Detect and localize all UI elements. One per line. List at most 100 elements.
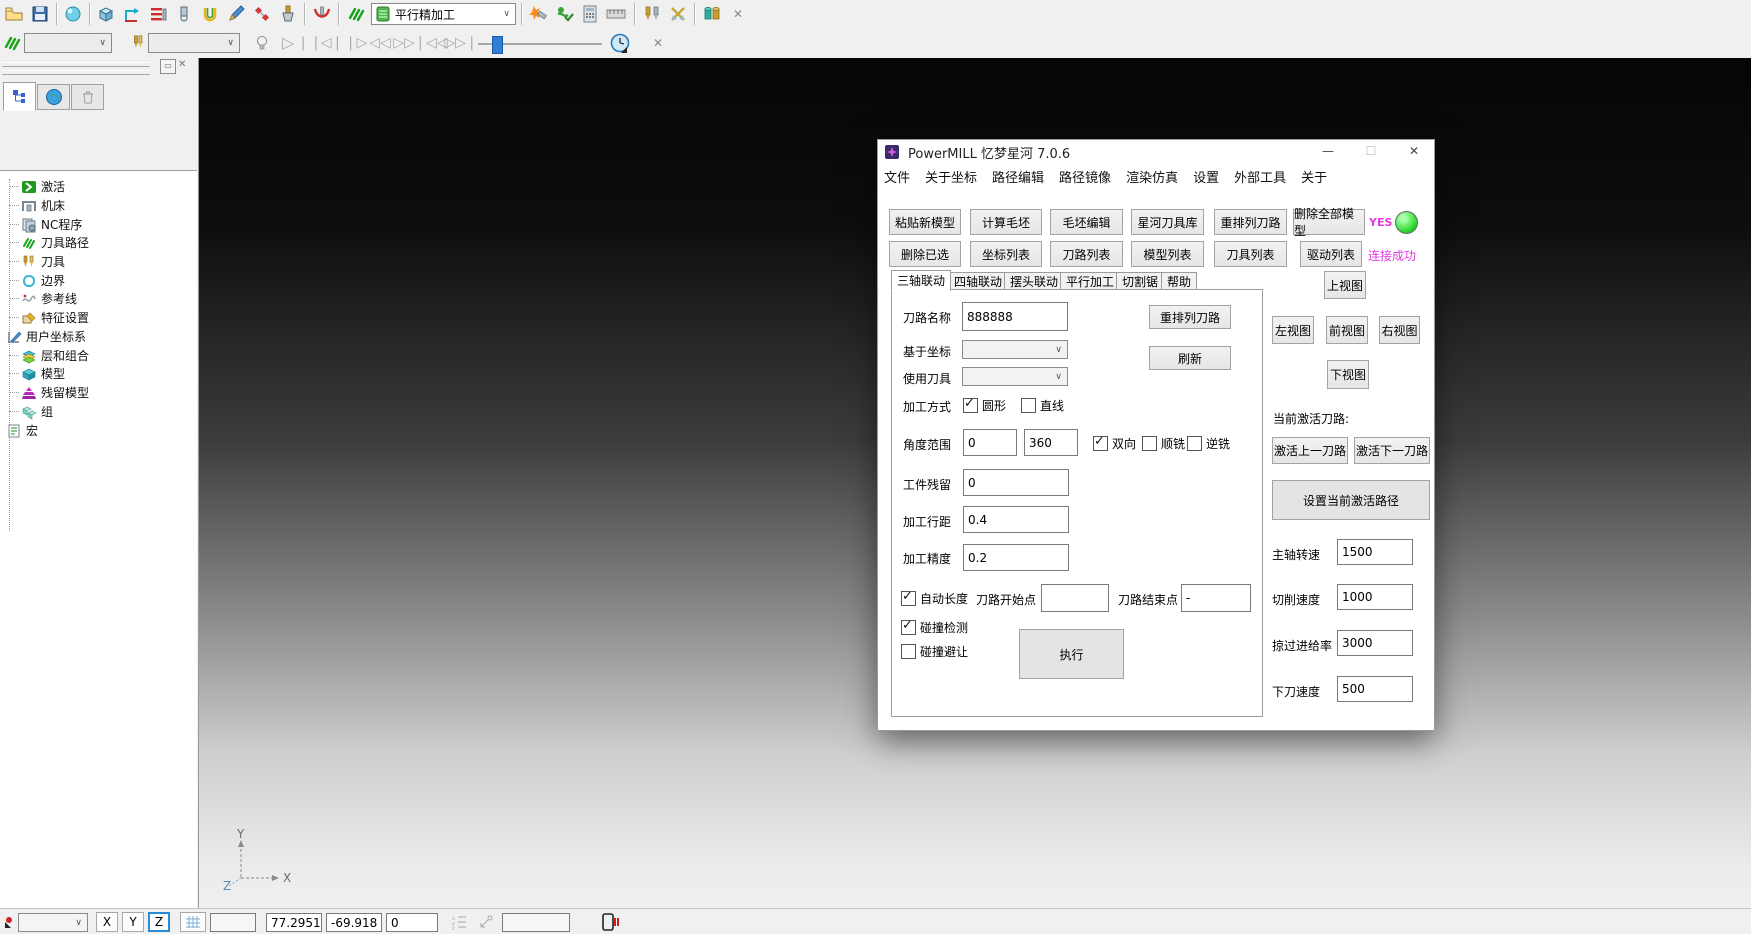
view-top-button[interactable]: 上视图 [1324,271,1366,299]
block-edit-button[interactable]: 毛坯编辑 [1050,209,1123,235]
point-marker-icon[interactable] [3,915,17,929]
step-back-icon[interactable]: ◁❘ [320,31,344,55]
angle-from-input[interactable] [963,429,1017,456]
strategy-dropdown[interactable]: 平行精加工 ∨ [371,3,516,25]
toolpath-icon[interactable] [344,2,368,26]
axis-y-button[interactable]: Y [122,912,144,932]
tool-holder-icon[interactable] [276,2,300,26]
tool-list-button[interactable]: 刀具列表 [1214,241,1287,267]
tree-item-feature-sets[interactable]: 特征设置 [0,308,89,327]
menu-settings[interactable]: 设置 [1193,167,1219,186]
tab-swivel-head[interactable]: 摆头联动 [1004,272,1064,290]
tab-explorer[interactable] [3,82,36,111]
xyz-list-icon[interactable]: xyz [452,914,468,930]
axis-x-button[interactable]: X [96,912,118,932]
pause-icon[interactable]: ❘❘ [298,31,322,55]
close-toolbar-icon[interactable]: ✕ [726,2,750,26]
menu-file[interactable]: 文件 [884,167,910,186]
circular-checkbox[interactable]: 圆形 [963,397,1006,414]
toolpath-name-input[interactable] [962,302,1068,331]
paste-model-button[interactable]: 粘贴新模型 [889,209,961,235]
stock-remain-input[interactable] [963,469,1069,496]
close-panel-icon[interactable]: ✕ [178,59,186,70]
climb-mill-checkbox[interactable]: 顺铣 [1142,435,1185,452]
status-extra-field[interactable] [502,913,570,932]
tool-icon[interactable] [172,2,196,26]
tree-item-patterns[interactable]: 参考线 [0,289,77,308]
transform-icon[interactable] [666,2,690,26]
tree-item-models[interactable]: 模型 [0,364,65,383]
cursor-z-field[interactable]: 0 [386,913,438,932]
menu-render-sim[interactable]: 渲染仿真 [1126,167,1178,186]
rearrange-button[interactable]: 重排列刀路 [1149,305,1231,329]
tool-select-dropdown[interactable]: ∨ [148,33,240,53]
tree-item-machine[interactable]: 机床 [0,196,65,215]
tool-library-button[interactable]: 星河刀具库 [1131,209,1204,235]
tree-item-tools[interactable]: 刀具 [0,252,65,271]
stepover-input[interactable] [963,506,1069,533]
base-coord-dropdown[interactable]: ∨ [962,340,1068,359]
block-icon[interactable] [94,2,118,26]
point-mode-dropdown[interactable]: ∨ [18,913,88,932]
points-icon[interactable] [250,2,274,26]
panel-grip[interactable] [2,62,150,67]
go-end-icon[interactable]: ▷▷❘ [446,31,476,55]
view-bottom-button[interactable]: 下视图 [1327,360,1369,389]
menu-external-tools[interactable]: 外部工具 [1234,167,1286,186]
maximize-icon[interactable]: ☐ [1354,140,1388,162]
tool-pair-icon[interactable] [640,2,664,26]
tree-item-stock-models[interactable]: 残留模型 [0,383,89,402]
toolpath-select-dropdown[interactable]: ∨ [24,33,112,53]
end-point-input[interactable] [1181,584,1251,612]
tree-item-levels[interactable]: 层和组合 [0,346,89,365]
auto-length-checkbox[interactable]: 自动长度 [901,590,968,607]
tree-item-groups[interactable]: 组 [0,402,53,421]
menu-coords[interactable]: 关于坐标 [925,167,977,186]
cursor-y-field[interactable]: -69.918 [326,913,382,932]
tab-globe[interactable] [37,84,70,110]
drive-list-button[interactable]: 驱动列表 [1300,241,1362,267]
nc-program-write-icon[interactable] [526,2,550,26]
rearrange-toolpaths-button[interactable]: 重排列刀路 [1214,209,1287,235]
tool-mini-icon[interactable] [126,31,150,55]
tab-4axis[interactable]: 四轴联动 [948,272,1008,290]
rapid-moves-icon[interactable] [120,2,144,26]
tree-item-boundaries[interactable]: 边界 [0,271,65,290]
both-direction-checkbox[interactable]: 双向 [1093,435,1136,452]
pattern-icon[interactable] [224,2,248,26]
float-panel-icon[interactable]: ▭ [160,59,176,74]
linear-checkbox[interactable]: 直线 [1021,397,1064,414]
execute-button[interactable]: 执行 [1019,629,1124,679]
compute-block-button[interactable]: 计算毛坯 [970,209,1042,235]
coord-list-button[interactable]: 坐标列表 [970,241,1042,267]
model-list-button[interactable]: 模型列表 [1131,241,1204,267]
collision-check-checkbox[interactable]: 碰撞检测 [901,619,968,636]
tab-recycle-bin[interactable] [71,84,104,110]
ruler-icon[interactable] [604,2,628,26]
dialog-titlebar[interactable]: PowerMILL 忆梦星河 7.0.6 — ☐ ✕ [878,140,1434,164]
spindle-speed-input[interactable] [1337,539,1413,565]
view-front-button[interactable]: 前视图 [1326,316,1368,344]
angle-to-input[interactable] [1024,429,1078,456]
menu-about[interactable]: 关于 [1301,167,1327,186]
speed-slider-handle[interactable] [492,36,503,54]
leads-and-links-icon[interactable] [310,2,334,26]
go-start-icon[interactable]: ❘◁◁ [416,31,446,55]
viewport-pause-icon[interactable] [600,913,620,931]
toolpath-icon[interactable] [0,31,24,55]
tree-item-toolpaths[interactable]: 刀具路径 [0,233,89,252]
delete-all-models-button[interactable]: 删除全部模型 [1293,209,1365,235]
step-forward-icon[interactable]: ❘▷ [344,31,368,55]
refresh-button[interactable]: 刷新 [1149,346,1231,370]
menu-path-mirror[interactable]: 路径镜像 [1059,167,1111,186]
toolpath-list-button[interactable]: 刀路列表 [1050,241,1123,267]
calculator-icon[interactable] [578,2,602,26]
set-active-path-button[interactable]: 设置当前激活路径 [1272,480,1430,520]
tree-item-nc-program[interactable]: NC程序 [0,215,82,234]
shaded-view-icon[interactable] [61,2,85,26]
tolerance-input[interactable] [963,544,1069,571]
lightbulb-icon[interactable] [250,31,274,55]
tab-help[interactable]: 帮助 [1161,272,1197,290]
cursor-x-field[interactable]: 77.2951 [266,913,322,932]
skim-feed-input[interactable] [1337,630,1413,656]
